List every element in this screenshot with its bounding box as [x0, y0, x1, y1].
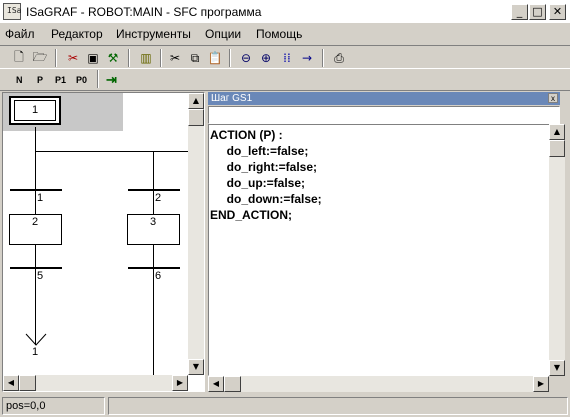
grid-icon[interactable]: ⁞⁞	[278, 49, 296, 67]
new-file-icon[interactable]: 🗋	[10, 49, 28, 67]
code-horizontal-scrollbar[interactable]: ◀ ▶	[208, 376, 549, 392]
transition-number: 1	[37, 192, 44, 204]
sfc-link	[35, 245, 36, 345]
scroll-down-icon[interactable]: ▼	[188, 359, 204, 375]
zoom-in-icon[interactable]: ⊕	[257, 49, 275, 67]
toolbar-separator	[128, 49, 130, 67]
step-number: 1	[32, 104, 39, 116]
code-line: END_ACTION;	[210, 208, 293, 222]
transition-number: 5	[37, 270, 44, 282]
action-p1-button[interactable]: P1	[55, 72, 66, 88]
scroll-thumb[interactable]	[224, 376, 241, 392]
step-name-field[interactable]	[208, 106, 560, 124]
panel-title: Шаг GS1	[211, 93, 253, 104]
toolbar-separator	[97, 70, 99, 88]
print-icon[interactable]: ⎙	[330, 49, 348, 67]
save-icon[interactable]: 🗁	[31, 49, 49, 67]
app-icon-text: ISa	[7, 6, 22, 15]
sfc-transition[interactable]	[10, 189, 62, 191]
exit-icon[interactable]: ⇥	[106, 72, 117, 88]
copy-icon[interactable]: ⧉	[186, 49, 204, 67]
jump-target: 1	[32, 346, 39, 358]
menu-file[interactable]: Файл	[5, 27, 35, 41]
wrench-icon[interactable]: ⚒	[104, 49, 122, 67]
monitor-icon[interactable]: ▣	[84, 49, 102, 67]
menu-tools[interactable]: Инструменты	[116, 27, 191, 41]
sfc-transition[interactable]	[128, 189, 180, 191]
scroll-up-icon[interactable]: ▲	[188, 93, 204, 109]
step-number: 2	[32, 216, 39, 228]
status-message	[108, 397, 568, 415]
action-p0-button[interactable]: P0	[76, 72, 87, 88]
sfc-diagram-pane[interactable]: 1 1 2 5 1 2 3 6 ▲ ▼ ◀ ▶	[2, 92, 205, 392]
sfc-toolbar: N P P1 P0 ⇥	[0, 69, 570, 91]
app-icon[interactable]: ISa	[3, 3, 21, 20]
sfc-transition[interactable]	[128, 267, 180, 269]
arrow-right-icon[interactable]: →	[298, 49, 316, 67]
library-icon[interactable]: ▥	[137, 49, 155, 67]
sfc-step[interactable]: 3	[127, 214, 180, 245]
status-position: pos=0,0	[2, 397, 105, 415]
title-bar: ISa ISaGRAF - ROBOT:MAIN - SFC программа…	[0, 0, 570, 24]
scroll-down-icon[interactable]: ▼	[549, 360, 565, 376]
action-n-button[interactable]: N	[16, 72, 23, 88]
scroll-thumb[interactable]	[188, 109, 204, 126]
menu-options[interactable]: Опции	[205, 27, 241, 41]
step-editor-pane: Шаг GS1 x ACTION (P) : do_left:=false; d…	[208, 92, 570, 392]
main-toolbar: 🗋 🗁 ✂ ▣ ⚒ ▥ ✂ ⧉ 📋 ⊖ ⊕ ⁞⁞ → ⎙	[0, 45, 570, 69]
close-button[interactable]: ✕	[549, 4, 566, 20]
toolbar-separator	[160, 49, 162, 67]
sfc-transition[interactable]	[10, 267, 62, 269]
menu-help[interactable]: Помощь	[256, 27, 302, 41]
scroll-left-icon[interactable]: ◀	[3, 375, 19, 391]
scissors-icon[interactable]: ✂	[166, 49, 184, 67]
sfc-step[interactable]: 2	[9, 214, 62, 245]
panel-close-button[interactable]: x	[548, 93, 558, 103]
toolbar-separator	[55, 49, 57, 67]
scroll-right-icon[interactable]: ▶	[172, 375, 188, 391]
transition-number: 6	[155, 270, 162, 282]
code-line: do_left:=false;	[210, 144, 309, 158]
panel-title-bar: Шаг GS1 x	[208, 92, 560, 105]
sfc-initial-step[interactable]: 1	[9, 96, 61, 125]
code-editor[interactable]: ACTION (P) : do_left:=false; do_right:=f…	[208, 124, 555, 376]
status-bar: pos=0,0	[0, 395, 570, 417]
paste-icon[interactable]: 📋	[206, 49, 224, 67]
scroll-up-icon[interactable]: ▲	[549, 124, 565, 140]
action-p-button[interactable]: P	[37, 72, 43, 88]
sfc-divergence	[35, 151, 204, 152]
cut-icon[interactable]: ✂	[64, 49, 82, 67]
toolbar-separator	[322, 49, 324, 67]
code-vertical-scrollbar[interactable]: ▲ ▼	[549, 124, 565, 376]
sfc-link	[153, 151, 154, 215]
scroll-thumb[interactable]	[19, 375, 36, 391]
scroll-right-icon[interactable]: ▶	[533, 376, 549, 392]
code-line: do_down:=false;	[210, 192, 322, 206]
sfc-link	[35, 151, 36, 215]
code-line: do_right:=false;	[210, 160, 318, 174]
code-line: ACTION (P) :	[210, 128, 283, 142]
left-vertical-scrollbar[interactable]: ▲ ▼	[188, 93, 204, 375]
maximize-button[interactable]: □	[529, 4, 546, 20]
toolbar-separator	[229, 49, 231, 67]
scroll-left-icon[interactable]: ◀	[208, 376, 224, 392]
scroll-thumb[interactable]	[549, 140, 565, 157]
window-title: ISaGRAF - ROBOT:MAIN - SFC программа	[26, 5, 262, 19]
minimize-button[interactable]: _	[511, 4, 528, 20]
sfc-link	[35, 127, 36, 151]
zoom-out-icon[interactable]: ⊖	[237, 49, 255, 67]
sfc-initial-step-inner: 1	[14, 100, 56, 121]
step-number: 3	[150, 216, 157, 228]
code-line: do_up:=false;	[210, 176, 306, 190]
menu-editor[interactable]: Редактор	[51, 27, 103, 41]
left-horizontal-scrollbar[interactable]: ◀ ▶	[3, 375, 188, 391]
menu-bar: Файл Редактор Инструменты Опции Помощь	[0, 24, 570, 44]
transition-number: 2	[155, 192, 162, 204]
